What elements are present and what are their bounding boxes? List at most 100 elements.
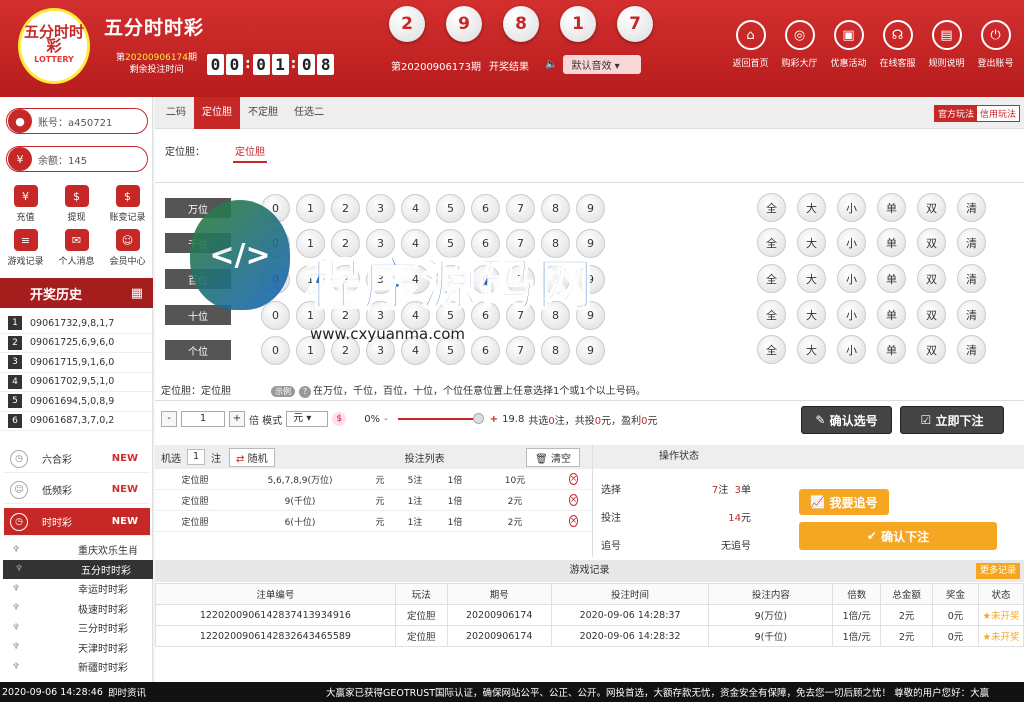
quick-select-button[interactable]: 双 — [917, 228, 946, 257]
messages-button[interactable]: ✉ 个人消息 — [51, 229, 102, 267]
tab-unfixed[interactable]: 不定胆 — [240, 97, 286, 129]
digit-ball[interactable]: 1 — [296, 300, 325, 330]
member-center-button[interactable]: ☺ 会员中心 — [102, 229, 153, 267]
digit-ball[interactable]: 9 — [576, 300, 605, 330]
position-label[interactable]: 十位 — [165, 305, 231, 325]
digit-ball[interactable]: 3 — [366, 193, 395, 223]
sub-game-item-active[interactable]: ♆ 五分时时彩 — [3, 559, 153, 579]
quick-select-button[interactable]: 单 — [877, 264, 906, 293]
digit-ball[interactable]: 5 — [436, 264, 465, 294]
digit-ball[interactable]: 6 — [471, 228, 500, 258]
digit-ball[interactable]: 2 — [331, 228, 360, 258]
chase-button[interactable]: 📈 我要追号 — [799, 489, 889, 515]
digit-ball[interactable]: 7 — [506, 264, 535, 294]
transactions-button[interactable]: $ 账变记录 — [102, 185, 153, 223]
digit-ball[interactable]: 9 — [576, 193, 605, 223]
digit-ball[interactable]: 8 — [541, 228, 570, 258]
quick-select-button[interactable]: 大 — [797, 300, 826, 329]
withdraw-button[interactable]: $ 提现 — [51, 185, 102, 223]
quick-select-button[interactable]: 清 — [957, 193, 986, 222]
minus-icon[interactable]: - — [384, 414, 388, 425]
quick-select-button[interactable]: 大 — [797, 228, 826, 257]
digit-ball[interactable]: 2 — [331, 193, 360, 223]
digit-ball[interactable]: 4 — [401, 193, 430, 223]
digit-ball[interactable]: 0 — [261, 300, 290, 330]
tab-position[interactable]: 定位胆 — [194, 96, 240, 129]
digit-ball[interactable]: 3 — [366, 264, 395, 294]
help-icon[interactable]: ? — [299, 386, 311, 398]
digit-ball[interactable]: 4 — [401, 228, 430, 258]
bet-now-button[interactable]: ☑ 立即下注 — [900, 406, 1004, 434]
quick-select-button[interactable]: 全 — [757, 193, 786, 222]
quick-select-button[interactable]: 清 — [957, 228, 986, 257]
tab-any-two[interactable]: 任选二 — [286, 97, 332, 129]
digit-ball[interactable]: 3 — [366, 228, 395, 258]
digit-ball[interactable]: 7 — [506, 335, 535, 365]
position-label[interactable]: 万位 — [165, 198, 231, 218]
digit-ball[interactable]: 5 — [436, 300, 465, 330]
remove-icon[interactable]: × — [568, 494, 579, 506]
digit-ball[interactable]: 1 — [296, 193, 325, 223]
credit-mode-button[interactable]: 信用玩法 — [976, 106, 1019, 121]
digit-ball[interactable]: 9 — [576, 228, 605, 258]
quick-select-button[interactable]: 全 — [757, 264, 786, 293]
confirm-bet-button[interactable]: ✔ 确认下注 — [799, 522, 997, 550]
nav-logout[interactable]: ⏻ 登出账号 — [971, 20, 1020, 69]
nav-promotions[interactable]: ▣ 优惠活动 — [824, 20, 873, 69]
more-records-button[interactable]: 更多记录 — [975, 563, 1020, 579]
digit-ball[interactable]: 7 — [506, 193, 535, 223]
sub-game-item[interactable]: ♆ 极速时时彩 — [0, 599, 153, 619]
nav-lottery-hall[interactable]: ◎ 购彩大厅 — [775, 20, 824, 69]
quick-select-button[interactable]: 双 — [917, 335, 946, 364]
record-row[interactable]: 12202009061428374139349​16 定位胆 20200906174… — [155, 604, 1024, 626]
digit-ball[interactable]: 0 — [261, 228, 290, 258]
increase-button[interactable]: + — [229, 411, 245, 427]
quick-select-button[interactable]: 单 — [877, 300, 906, 329]
digit-ball[interactable]: 0 — [261, 264, 290, 294]
clear-button[interactable]: 🗑 清空 — [526, 447, 580, 467]
digit-ball[interactable]: 8 — [541, 335, 570, 365]
quick-select-button[interactable]: 大 — [797, 264, 826, 293]
digit-ball[interactable]: 8 — [541, 264, 570, 294]
quick-select-button[interactable]: 小 — [837, 300, 866, 329]
quick-select-button[interactable]: 全 — [757, 300, 786, 329]
digit-ball[interactable]: 8 — [541, 300, 570, 330]
unit-select[interactable]: 元 ▾ — [286, 411, 329, 427]
digit-ball[interactable]: 0 — [261, 335, 290, 365]
quick-select-button[interactable]: 单 — [877, 335, 906, 364]
nav-rules[interactable]: ▤ 规则说明 — [922, 20, 971, 69]
quick-select-button[interactable]: 大 — [797, 335, 826, 364]
random-button[interactable]: ⇄ 随机 — [229, 447, 275, 467]
sub-game-item[interactable]: ♆ 新疆时时彩 — [0, 657, 153, 677]
sub-game-item[interactable]: ♆ 天津时时彩 — [0, 638, 153, 658]
quick-select-button[interactable]: 清 — [957, 300, 986, 329]
digit-ball[interactable]: 4 — [401, 300, 430, 330]
digit-ball[interactable]: 7 — [506, 300, 535, 330]
speaker-icon[interactable]: 🔈 — [545, 59, 557, 70]
digit-ball[interactable]: 8 — [541, 193, 570, 223]
calendar-icon[interactable]: ▦ — [131, 286, 143, 301]
quick-select-button[interactable]: 小 — [837, 335, 866, 364]
digit-ball[interactable]: 4 — [401, 264, 430, 294]
digit-ball[interactable]: 5 — [436, 335, 465, 365]
sound-select[interactable]: 默认音效 ▾ — [563, 55, 642, 74]
plus-icon[interactable]: + — [490, 414, 498, 425]
digit-ball[interactable]: 4 — [401, 335, 430, 365]
digit-ball[interactable]: 2 — [331, 300, 360, 330]
game-low-freq[interactable]: ☺ 低频彩 NEW — [4, 476, 150, 504]
sub-game-item[interactable]: ♆ 三分时时彩 — [0, 618, 153, 638]
quick-select-button[interactable]: 全 — [757, 335, 786, 364]
digit-ball[interactable]: 5 — [436, 228, 465, 258]
quick-select-button[interactable]: 小 — [837, 264, 866, 293]
nav-support[interactable]: ☊ 在线客服 — [873, 20, 922, 69]
digit-ball[interactable]: 3 — [366, 300, 395, 330]
digit-ball[interactable]: 6 — [471, 300, 500, 330]
sub-game-item[interactable]: ♆ 重庆欢乐生肖 — [0, 540, 153, 560]
news-label[interactable]: 即时资讯 — [108, 685, 146, 699]
digit-ball[interactable]: 6 — [471, 193, 500, 223]
random-count-input[interactable]: 1 — [187, 449, 205, 465]
tab-two-digit[interactable]: 二码 — [158, 97, 194, 129]
quick-select-button[interactable]: 双 — [917, 300, 946, 329]
position-label[interactable]: 千位 — [165, 233, 231, 253]
position-label[interactable]: 个位 — [165, 340, 231, 360]
